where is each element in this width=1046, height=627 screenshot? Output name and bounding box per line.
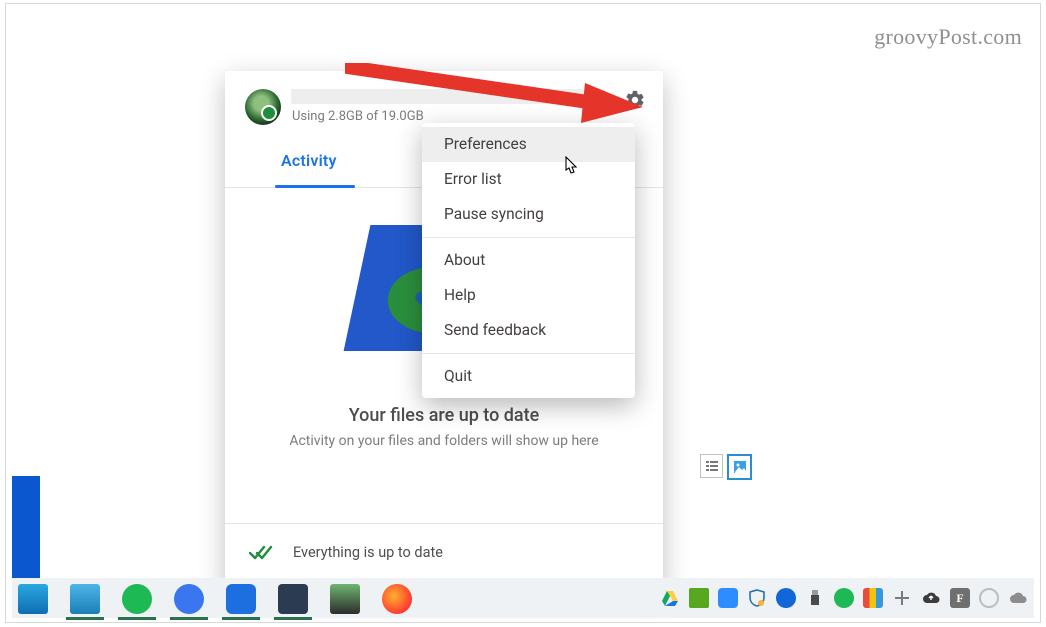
tab-indicator xyxy=(275,185,355,188)
taskbar-left xyxy=(18,578,412,618)
taskbar: F xyxy=(12,578,1034,618)
tray-powertoys-icon[interactable] xyxy=(863,588,883,608)
avatar[interactable] xyxy=(245,89,281,125)
status-row: Everything is up to date xyxy=(225,523,663,581)
menu-pause-syncing[interactable]: Pause syncing xyxy=(422,197,635,232)
view-toggle xyxy=(700,454,752,480)
taskbar-tray: F xyxy=(660,588,1028,608)
double-check-icon xyxy=(249,544,273,562)
menu-divider xyxy=(422,353,635,354)
taskbar-remote-desktop-icon[interactable] xyxy=(330,584,360,614)
menu-divider xyxy=(422,237,635,238)
taskbar-vpn-icon[interactable] xyxy=(226,584,256,614)
empty-state-subtext: Activity on your files and folders will … xyxy=(225,433,663,449)
taskbar-snagit-icon[interactable] xyxy=(278,584,308,614)
storage-line: Using 2.8GB of 19.0GB xyxy=(292,109,424,124)
menu-quit[interactable]: Quit xyxy=(422,359,635,394)
menu-error-list[interactable]: Error list xyxy=(422,162,635,197)
taskbar-spotify-icon[interactable] xyxy=(122,584,152,614)
watermark-text: groovyPost.com xyxy=(874,24,1022,50)
taskbar-file-explorer-icon[interactable] xyxy=(18,584,48,614)
screenshot-frame: groovyPost.com Using 2.8GB of 19.0GB Act… xyxy=(5,3,1041,623)
menu-help[interactable]: Help xyxy=(422,278,635,313)
tray-circle-icon[interactable] xyxy=(979,588,999,608)
menu-send-feedback[interactable]: Send feedback xyxy=(422,313,635,348)
tray-cloud-up-icon[interactable] xyxy=(921,588,941,608)
tray-bluetooth-icon[interactable] xyxy=(776,588,796,608)
status-text: Everything is up to date xyxy=(293,544,443,561)
tray-usb-icon[interactable] xyxy=(805,588,825,608)
tray-zoom-icon[interactable] xyxy=(718,588,738,608)
gear-menu: Preferences Error list Pause syncing Abo… xyxy=(422,123,635,398)
gear-icon[interactable] xyxy=(624,89,646,111)
menu-preferences[interactable]: Preferences xyxy=(422,127,635,162)
blue-rect-decoration xyxy=(12,476,40,584)
tab-activity[interactable]: Activity xyxy=(281,151,337,170)
account-email-redacted xyxy=(291,89,601,104)
tray-google-drive-icon[interactable] xyxy=(660,588,680,608)
list-view-button[interactable] xyxy=(700,454,723,478)
thumbnail-view-button[interactable] xyxy=(727,454,752,480)
tray-slack-icon[interactable] xyxy=(892,588,912,608)
tray-defender-icon[interactable] xyxy=(747,588,767,608)
taskbar-signal-icon[interactable] xyxy=(174,584,204,614)
taskbar-server-manager-icon[interactable] xyxy=(70,584,100,614)
tray-nvidia-icon[interactable] xyxy=(689,588,709,608)
taskbar-firefox-icon[interactable] xyxy=(382,584,412,614)
tray-onedrive-icon[interactable] xyxy=(1008,588,1028,608)
tray-spotify-icon[interactable] xyxy=(834,588,854,608)
tray-f-icon[interactable]: F xyxy=(950,588,970,608)
menu-about[interactable]: About xyxy=(422,243,635,278)
empty-state-heading: Your files are up to date xyxy=(225,405,663,426)
